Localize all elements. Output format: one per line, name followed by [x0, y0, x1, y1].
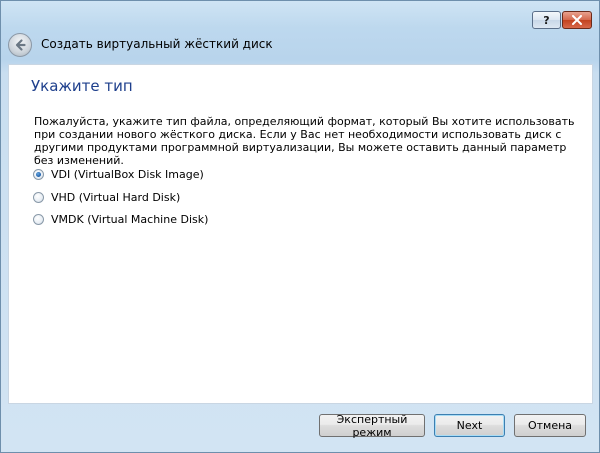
page-heading: Укажите тип	[31, 77, 133, 95]
window-title: Создать виртуальный жёсткий диск	[41, 37, 273, 51]
radio-vhd[interactable]	[33, 192, 44, 203]
back-arrow-icon	[15, 39, 26, 51]
back-button[interactable]	[8, 33, 32, 57]
option-vmdk-label: VMDK (Virtual Machine Disk)	[51, 213, 209, 226]
radio-vdi[interactable]	[33, 169, 44, 180]
close-icon	[572, 15, 582, 25]
option-vmdk[interactable]: VMDK (Virtual Machine Disk)	[33, 213, 208, 226]
option-vdi[interactable]: VDI (VirtualBox Disk Image)	[33, 168, 204, 181]
radio-vmdk[interactable]	[33, 214, 44, 225]
help-icon: ?	[543, 13, 550, 27]
content-pane: Укажите тип Пожалуйста, укажите тип файл…	[8, 64, 593, 404]
option-vdi-label: VDI (VirtualBox Disk Image)	[51, 168, 204, 181]
option-vhd-label: VHD (Virtual Hard Disk)	[51, 191, 181, 204]
page-description: Пожалуйста, укажите тип файла, определяю…	[34, 115, 575, 167]
help-button[interactable]: ?	[532, 11, 561, 29]
close-button[interactable]	[562, 11, 592, 29]
expert-mode-button[interactable]: Экспертный режим	[319, 413, 425, 439]
wizard-window: ? Создать виртуальный жёсткий диск Укажи…	[0, 0, 600, 453]
option-vhd[interactable]: VHD (Virtual Hard Disk)	[33, 191, 180, 204]
cancel-button[interactable]: Отмена	[514, 414, 586, 437]
next-button[interactable]: Next	[434, 414, 505, 437]
